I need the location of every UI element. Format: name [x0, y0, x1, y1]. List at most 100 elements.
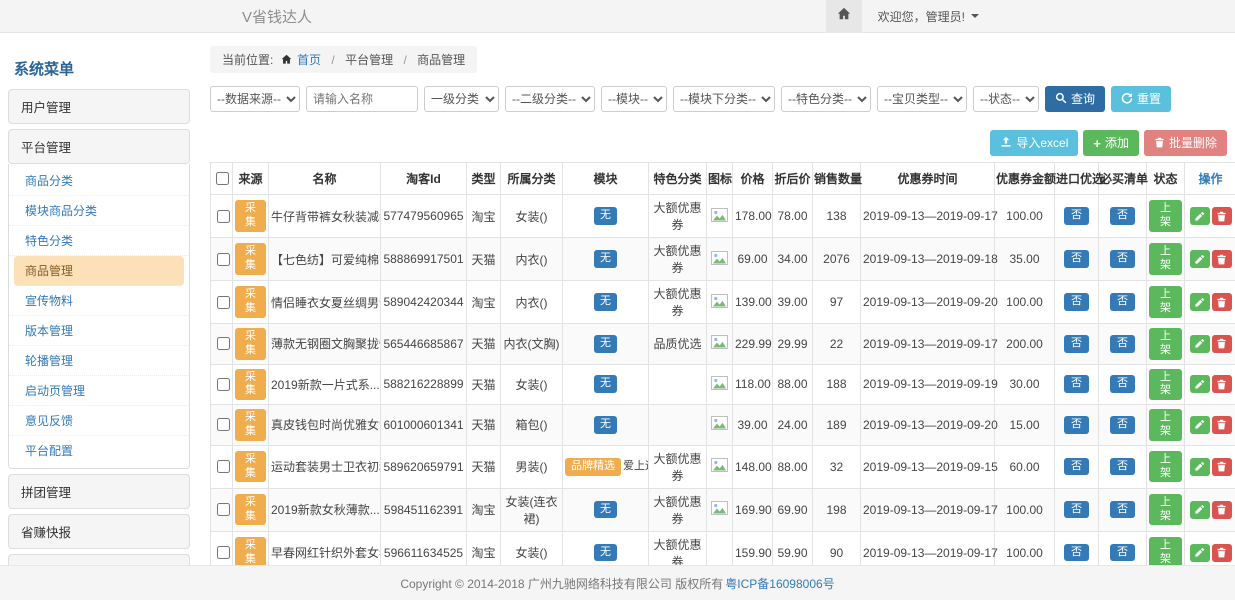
- delete-button[interactable]: [1212, 458, 1232, 476]
- edit-button[interactable]: [1190, 544, 1210, 562]
- sidebar-section[interactable]: 用户管理: [8, 89, 190, 124]
- level2-category-select[interactable]: --二级分类--: [505, 86, 595, 112]
- status-button[interactable]: 上架: [1149, 328, 1182, 360]
- delete-button[interactable]: [1212, 335, 1232, 353]
- reset-button[interactable]: 重置: [1111, 86, 1171, 112]
- delete-button[interactable]: [1212, 207, 1232, 225]
- name-search-input[interactable]: [306, 86, 418, 112]
- row-checkbox[interactable]: [217, 546, 230, 559]
- row-checkbox[interactable]: [217, 296, 230, 309]
- sidebar-item[interactable]: 版本管理: [9, 316, 189, 346]
- delete-button[interactable]: [1212, 250, 1232, 268]
- status-button[interactable]: 上架: [1149, 451, 1182, 483]
- must-buy-toggle-button[interactable]: 否: [1110, 293, 1135, 311]
- delete-button[interactable]: [1212, 416, 1232, 434]
- row-checkbox[interactable]: [217, 460, 230, 473]
- delete-button[interactable]: [1212, 544, 1232, 562]
- import-toggle-button[interactable]: 否: [1064, 375, 1089, 393]
- edit-button[interactable]: [1190, 250, 1210, 268]
- row-checkbox[interactable]: [217, 337, 230, 350]
- row-checkbox[interactable]: [217, 378, 230, 391]
- must-buy-toggle-button[interactable]: 否: [1110, 207, 1135, 225]
- status-button[interactable]: 上架: [1149, 369, 1182, 401]
- must-buy-toggle-button[interactable]: 否: [1110, 335, 1135, 353]
- level1-category-select[interactable]: 一级分类: [424, 86, 499, 112]
- user-dropdown[interactable]: 欢迎您，管理员!: [878, 8, 979, 25]
- must-buy-toggle-button[interactable]: 否: [1110, 501, 1135, 519]
- must-buy-toggle-button[interactable]: 否: [1110, 458, 1135, 476]
- status-select[interactable]: --状态--: [973, 86, 1039, 112]
- breadcrumb-home-link[interactable]: 首页: [297, 53, 321, 67]
- edit-button[interactable]: [1190, 293, 1210, 311]
- sidebar-item[interactable]: 宣传物料: [9, 286, 189, 316]
- import-toggle-button[interactable]: 否: [1064, 501, 1089, 519]
- module-badge[interactable]: 无: [594, 375, 617, 393]
- product-image-icon: [711, 211, 728, 225]
- query-button[interactable]: 查询: [1045, 86, 1105, 112]
- module-badge[interactable]: 无: [594, 501, 617, 519]
- module-badge[interactable]: 无: [594, 250, 617, 268]
- import-toggle-button[interactable]: 否: [1064, 293, 1089, 311]
- sidebar-item[interactable]: 特色分类: [9, 226, 189, 256]
- import-toggle-button[interactable]: 否: [1064, 335, 1089, 353]
- row-checkbox[interactable]: [217, 253, 230, 266]
- import-toggle-button[interactable]: 否: [1064, 250, 1089, 268]
- status-button[interactable]: 上架: [1149, 286, 1182, 318]
- row-checkbox[interactable]: [217, 210, 230, 223]
- sidebar-item[interactable]: 启动页管理: [9, 376, 189, 406]
- icp-link[interactable]: 粤ICP备16098006号: [725, 575, 834, 592]
- delete-button[interactable]: [1212, 293, 1232, 311]
- module-badge[interactable]: 品牌精选: [565, 458, 621, 476]
- sidebar-item[interactable]: 轮播管理: [9, 346, 189, 376]
- module-badge[interactable]: 无: [594, 544, 617, 562]
- column-header: 来源: [233, 163, 269, 195]
- sidebar-section[interactable]: 省赚快报: [8, 514, 190, 549]
- add-button[interactable]: + 添加: [1083, 130, 1139, 156]
- import-excel-button[interactable]: 导入excel: [990, 130, 1078, 156]
- module-badge[interactable]: 无: [594, 207, 617, 225]
- column-header: 操作: [1185, 163, 1235, 195]
- home-button[interactable]: [826, 0, 862, 33]
- row-checkbox[interactable]: [217, 418, 230, 431]
- sidebar-item[interactable]: 商品管理: [14, 256, 184, 286]
- module-subcategory-select[interactable]: --模块下分类--: [673, 86, 775, 112]
- status-button[interactable]: 上架: [1149, 409, 1182, 441]
- select-all-checkbox[interactable]: [216, 172, 229, 185]
- status-button[interactable]: 上架: [1149, 537, 1182, 569]
- sidebar-item[interactable]: 平台配置: [9, 436, 189, 465]
- status-button[interactable]: 上架: [1149, 200, 1182, 232]
- item-type-select[interactable]: --宝贝类型--: [877, 86, 967, 112]
- row-checkbox[interactable]: [217, 503, 230, 516]
- sidebar-item[interactable]: 模块商品分类: [9, 196, 189, 226]
- must-buy-toggle-button[interactable]: 否: [1110, 416, 1135, 434]
- feature-category-select[interactable]: --特色分类--: [781, 86, 871, 112]
- import-toggle-button[interactable]: 否: [1064, 544, 1089, 562]
- delete-button[interactable]: [1212, 501, 1232, 519]
- cell-feature: 大额优惠券: [649, 238, 707, 281]
- import-toggle-button[interactable]: 否: [1064, 207, 1089, 225]
- edit-button[interactable]: [1190, 207, 1210, 225]
- edit-button[interactable]: [1190, 501, 1210, 519]
- edit-button[interactable]: [1190, 375, 1210, 393]
- module-badge[interactable]: 无: [594, 293, 617, 311]
- edit-button[interactable]: [1190, 335, 1210, 353]
- must-buy-toggle-button[interactable]: 否: [1110, 544, 1135, 562]
- must-buy-toggle-button[interactable]: 否: [1110, 250, 1135, 268]
- sidebar-section[interactable]: 平台管理: [8, 129, 190, 164]
- delete-button[interactable]: [1212, 375, 1232, 393]
- edit-button[interactable]: [1190, 416, 1210, 434]
- edit-button[interactable]: [1190, 458, 1210, 476]
- must-buy-toggle-button[interactable]: 否: [1110, 375, 1135, 393]
- sidebar-item[interactable]: 意见反馈: [9, 406, 189, 436]
- batch-delete-button[interactable]: 批量删除: [1144, 130, 1227, 156]
- module-select[interactable]: --模块--: [601, 86, 667, 112]
- import-toggle-button[interactable]: 否: [1064, 458, 1089, 476]
- data-source-select[interactable]: --数据来源--: [210, 86, 300, 112]
- sidebar-section[interactable]: 拼团管理: [8, 474, 190, 509]
- module-badge[interactable]: 无: [594, 335, 617, 353]
- status-button[interactable]: 上架: [1149, 243, 1182, 275]
- status-button[interactable]: 上架: [1149, 494, 1182, 526]
- sidebar-item[interactable]: 商品分类: [9, 166, 189, 196]
- import-toggle-button[interactable]: 否: [1064, 416, 1089, 434]
- module-badge[interactable]: 无: [594, 416, 617, 434]
